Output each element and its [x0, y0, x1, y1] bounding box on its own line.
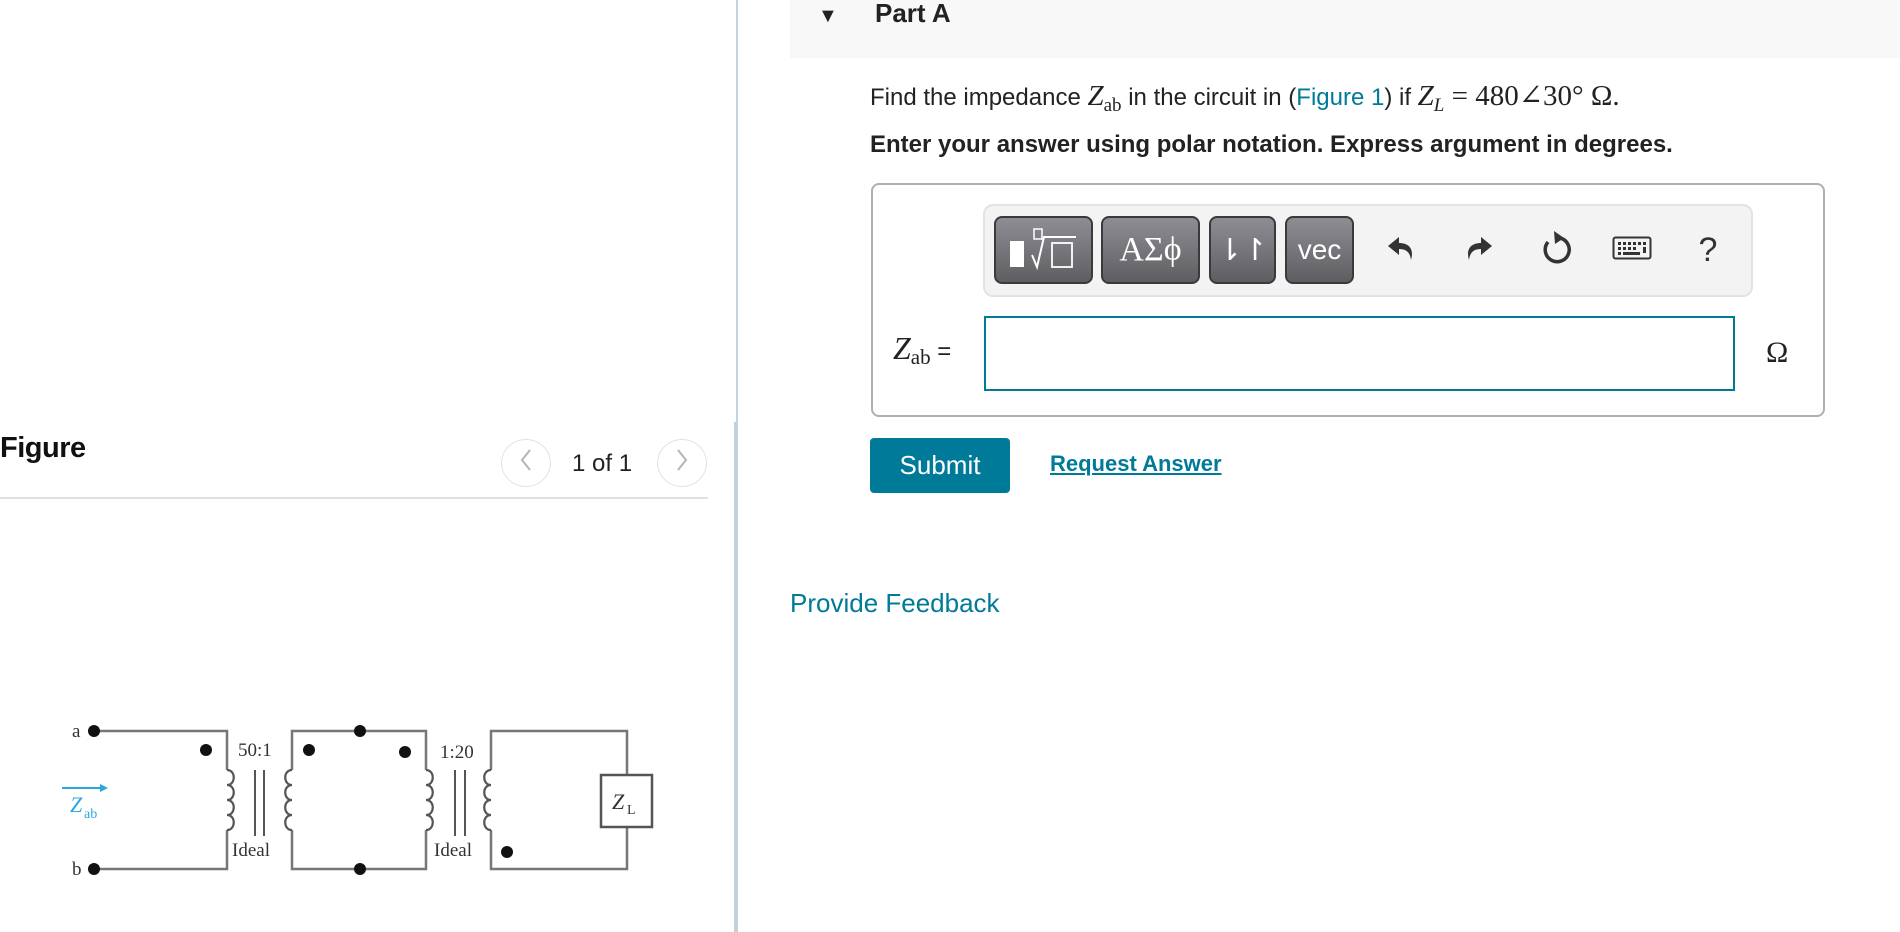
submit-button[interactable]: Submit	[870, 438, 1010, 493]
caret-down-icon[interactable]: ▼	[818, 5, 838, 28]
next-figure-button[interactable]	[657, 439, 707, 487]
transformer-1-ratio: 50:1	[238, 740, 272, 761]
provide-feedback-link[interactable]: Provide Feedback	[790, 588, 1000, 619]
math-z: Z	[1417, 80, 1434, 112]
figure-heading: Figure	[0, 432, 86, 464]
instructions: Enter your answer using polar notation. …	[870, 131, 1673, 158]
keyboard-button[interactable]	[1611, 229, 1653, 271]
unit-label: Ω	[1766, 336, 1789, 369]
templates-icon	[1004, 223, 1084, 278]
terminal-a-dot	[88, 725, 100, 737]
answer-label-z: Z	[893, 330, 911, 366]
redo-icon	[1462, 232, 1494, 269]
wire-secondary-2-top	[489, 729, 629, 775]
part-header	[790, 0, 1900, 58]
pane-resize-handle[interactable]	[734, 422, 738, 932]
chevron-right-icon	[675, 448, 689, 479]
math-z: Z	[1087, 80, 1104, 112]
coil-2-primary	[425, 768, 434, 832]
answer-label: Zab =	[893, 330, 952, 369]
reset-icon	[1538, 229, 1574, 272]
math-zl: ZL = 480∠30° Ω.	[1417, 80, 1620, 115]
polarity-dot	[200, 744, 212, 756]
question-prefix: Find the impedance	[870, 84, 1088, 111]
zab-label-sub: ab	[84, 807, 97, 822]
help-button[interactable]: ?	[1688, 229, 1728, 271]
coil-1-primary	[226, 768, 235, 832]
transformer-1-type: Ideal	[232, 840, 270, 861]
figure-divider	[0, 497, 708, 499]
load-impedance-box	[599, 773, 654, 829]
node-dot	[354, 725, 366, 737]
question-suffix: ) if	[1384, 84, 1418, 111]
node-dot	[354, 863, 366, 875]
part-title: Part A	[875, 0, 951, 28]
undo-button[interactable]	[1382, 229, 1422, 271]
math-value: = 480∠30° Ω.	[1444, 80, 1620, 112]
polarity-dot	[303, 744, 315, 756]
zab-label: Z	[70, 792, 83, 817]
greek-symbols-button[interactable]: ΑΣϕ	[1101, 216, 1200, 284]
figure-pager: 1 of 1	[572, 450, 633, 477]
transformer-2-type: Ideal	[434, 840, 472, 861]
question-text: Find the impedance Zab in the circuit in…	[870, 78, 1620, 115]
figure-link[interactable]: Figure 1	[1296, 84, 1384, 111]
chevron-left-icon	[519, 448, 533, 479]
answer-label-sub: ab	[910, 345, 931, 369]
redo-button[interactable]	[1458, 229, 1498, 271]
load-label-sub: L	[627, 803, 636, 818]
math-sub: ab	[1103, 95, 1122, 116]
math-sub: L	[1433, 95, 1445, 116]
terminal-a-label: a	[72, 721, 81, 742]
terminal-b-dot	[88, 863, 100, 875]
zab-arrowhead	[100, 784, 108, 792]
question-middle: in the circuit in (	[1121, 84, 1297, 111]
polarity-dot	[501, 846, 513, 858]
answer-label-eq: =	[930, 338, 952, 365]
reset-button[interactable]	[1536, 229, 1576, 271]
pane-divider	[736, 0, 738, 422]
coil-2-secondary	[483, 768, 492, 832]
circuit-diagram: a b Z ab 50:1 Ideal 1:20 Ideal Z L	[62, 721, 654, 880]
keyboard-icon	[1612, 236, 1652, 265]
load-label: Z	[612, 789, 625, 814]
vector-button[interactable]: vec	[1285, 216, 1354, 284]
previous-figure-button[interactable]	[501, 439, 551, 487]
terminal-b-label: b	[72, 859, 82, 880]
math-zab: Zab	[1087, 80, 1121, 115]
wire-primary-1-bottom	[94, 830, 229, 871]
undo-icon	[1386, 232, 1418, 269]
request-answer-link[interactable]: Request Answer	[1050, 451, 1222, 477]
subscript-superscript-button[interactable]: ⇂↾	[1209, 216, 1276, 284]
transformer-2-ratio: 1:20	[440, 742, 474, 763]
templates-button[interactable]	[994, 216, 1093, 284]
answer-input[interactable]	[984, 316, 1735, 391]
coil-1-secondary	[284, 768, 293, 832]
polarity-dot	[399, 746, 411, 758]
